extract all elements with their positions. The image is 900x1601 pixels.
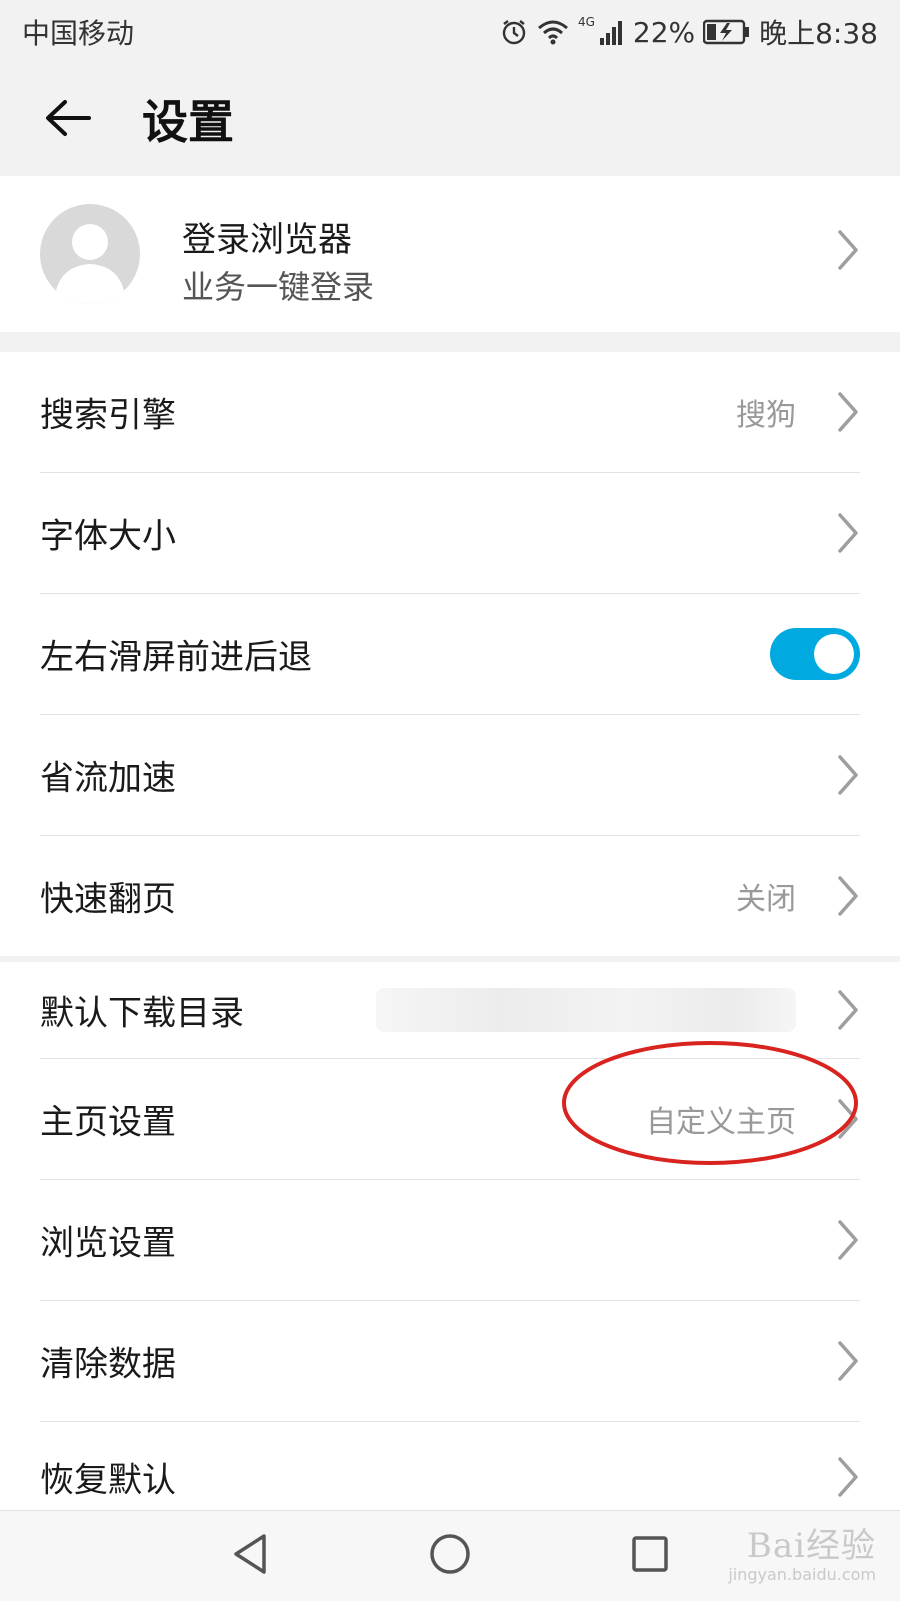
back-button[interactable]	[36, 88, 100, 152]
swipe-navigation-toggle[interactable]	[770, 628, 860, 680]
baidu-watermark: Bai经验 jingyan.baidu.com	[728, 1518, 876, 1584]
nav-back-triangle-icon	[230, 1532, 270, 1580]
watermark-url: jingyan.baidu.com	[728, 1565, 876, 1584]
chevron-right-icon	[836, 1097, 860, 1141]
default-avatar-icon	[40, 204, 140, 304]
row-value: 自定义主页	[646, 1105, 796, 1140]
row-label: 默认下载目录	[40, 993, 244, 1034]
arrow-left-icon	[43, 98, 93, 142]
settings-group-advanced: 默认下载目录 主页设置 自定义主页 浏览设置 清除数据 恢复默认	[0, 962, 900, 1532]
row-label: 省流加速	[40, 758, 176, 799]
blurred-path-value	[376, 988, 796, 1032]
row-label: 字体大小	[40, 516, 176, 557]
nav-home-circle-icon	[428, 1532, 472, 1580]
quick-page-turn-row[interactable]: 快速翻页 关闭	[40, 836, 860, 956]
row-label: 恢复默认	[40, 1460, 176, 1501]
battery-percent: 22%	[632, 15, 696, 49]
clock-time: 晚上8:38	[759, 17, 878, 50]
toggle-knob	[814, 634, 854, 674]
settings-group-general: 搜索引擎 搜狗 字体大小 左右滑屏前进后退 省流加速 快速翻页 关闭	[0, 352, 900, 956]
swipe-navigation-row: 左右滑屏前进后退	[40, 594, 860, 715]
login-profile-row[interactable]: 登录浏览器 业务一键登录	[0, 176, 900, 332]
app-bar: 设置	[0, 64, 900, 176]
wifi-icon	[536, 18, 570, 46]
chevron-right-icon	[836, 988, 860, 1032]
row-label: 左右滑屏前进后退	[40, 637, 312, 678]
row-value: 关闭	[736, 882, 796, 917]
chevron-right-icon	[836, 874, 860, 918]
carrier-name: 中国移动	[22, 17, 135, 50]
battery-charging-icon	[703, 19, 751, 45]
signal-icon	[599, 18, 625, 46]
row-label: 搜索引擎	[40, 395, 176, 436]
page-title: 设置	[142, 95, 234, 149]
clear-data-row[interactable]: 清除数据	[40, 1301, 860, 1422]
homepage-settings-row[interactable]: 主页设置 自定义主页	[40, 1059, 860, 1180]
chevron-right-icon	[836, 1455, 860, 1499]
watermark-logo: Bai经验	[746, 1526, 876, 1566]
nav-home-button[interactable]	[425, 1531, 475, 1581]
row-label: 浏览设置	[40, 1223, 176, 1264]
chevron-right-icon	[836, 390, 860, 434]
status-bar: 中国移动 4G 22% 晚上8:38	[0, 0, 900, 64]
profile-title: 登录浏览器	[182, 220, 352, 260]
network-type: 4G	[577, 15, 595, 29]
row-label: 主页设置	[40, 1102, 176, 1143]
chevron-right-icon	[836, 1339, 860, 1383]
nav-recent-square-icon	[630, 1534, 670, 1578]
data-saver-row[interactable]: 省流加速	[40, 715, 860, 836]
alarm-icon	[500, 18, 528, 46]
status-icons: 4G 22% 晚上8:38	[500, 12, 878, 52]
search-engine-row[interactable]: 搜索引擎 搜狗	[40, 352, 860, 473]
font-size-row[interactable]: 字体大小	[40, 473, 860, 594]
nav-recent-button[interactable]	[625, 1531, 675, 1581]
chevron-right-icon	[836, 228, 860, 272]
row-label: 清除数据	[40, 1344, 176, 1385]
profile-subtitle: 业务一键登录	[182, 268, 375, 306]
download-directory-row[interactable]: 默认下载目录	[40, 962, 860, 1059]
browsing-settings-row[interactable]: 浏览设置	[40, 1180, 860, 1301]
row-label: 快速翻页	[40, 879, 176, 920]
nav-back-button[interactable]	[225, 1531, 275, 1581]
row-value: 搜狗	[736, 398, 796, 433]
chevron-right-icon	[836, 1218, 860, 1262]
chevron-right-icon	[836, 511, 860, 555]
chevron-right-icon	[836, 753, 860, 797]
